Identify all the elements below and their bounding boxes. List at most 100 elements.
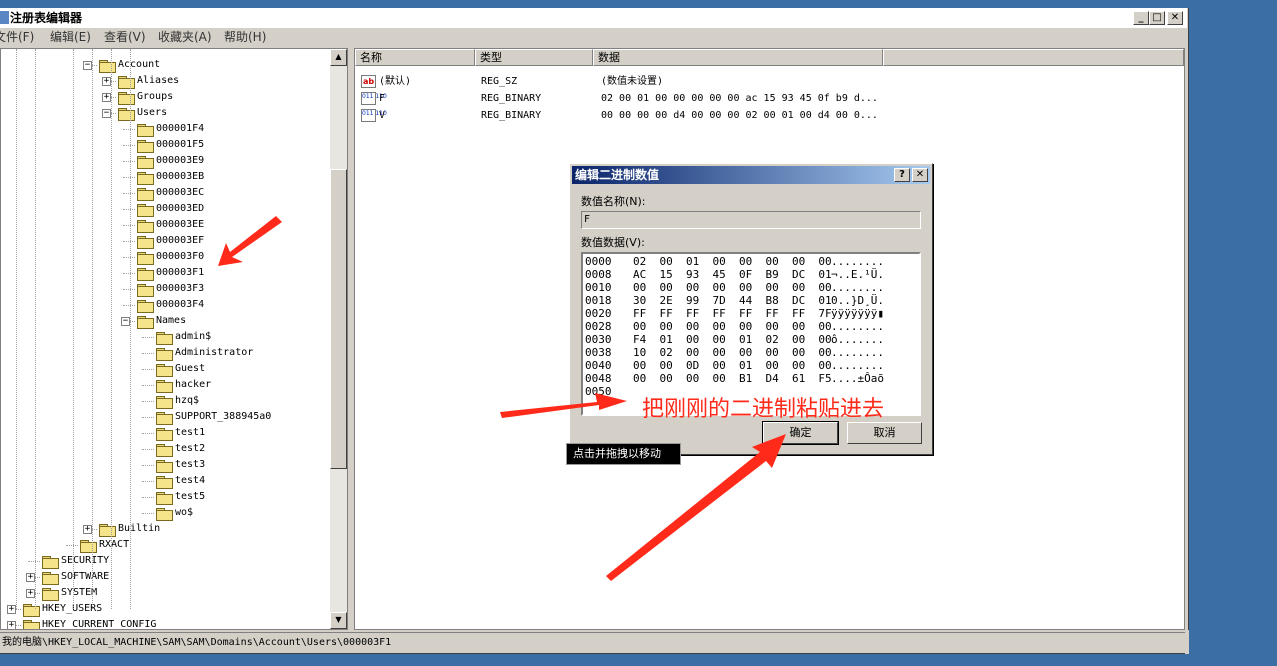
hex-ascii: ........ [831, 346, 884, 359]
hex-ascii: ........ [831, 281, 884, 294]
folder-icon [156, 379, 173, 393]
folder-icon [137, 283, 154, 297]
value-row[interactable]: ab (默认) REG_SZ (数值未设置) [355, 73, 1184, 90]
ok-button[interactable]: 确定 [762, 421, 839, 445]
expand-plus-icon[interactable]: + [102, 93, 111, 102]
expand-plus-icon[interactable]: + [83, 525, 92, 534]
folder-icon [137, 171, 154, 185]
value-name-field[interactable]: F [581, 211, 921, 229]
tree-node-label: test1 [175, 427, 206, 438]
tree-node-label: 000003F3 [156, 283, 205, 294]
tree-connector [28, 561, 40, 562]
window-title: 注册表编辑器 [10, 11, 83, 25]
folder-icon [118, 91, 135, 105]
menu-view[interactable]: 查看(V) [104, 28, 146, 47]
tree-node-label: SECURITY [61, 555, 110, 566]
hex-address: 0020 [585, 307, 612, 320]
column-data[interactable]: 数据 [593, 49, 883, 66]
scroll-down-arrow-icon[interactable]: ▼ [330, 612, 347, 629]
hex-ascii: ....±Ôaõ [831, 372, 884, 385]
tree-node-label: Account [118, 59, 161, 70]
hex-ascii: ........ [831, 320, 884, 333]
folder-icon [156, 395, 173, 409]
hex-ascii: ÿÿÿÿÿÿÿ▮ [831, 307, 884, 320]
menu-bar: 文件(F) 编辑(E) 查看(V) 收藏夹(A) 帮助(H) [0, 28, 1187, 47]
expand-plus-icon[interactable]: + [102, 77, 111, 86]
minimize-button[interactable]: _ [1133, 11, 1149, 25]
folder-icon [42, 555, 59, 569]
collapse-minus-icon[interactable]: − [102, 109, 111, 118]
close-button[interactable]: ✕ [1167, 11, 1183, 25]
tree-node-label: test5 [175, 491, 206, 502]
tree-connector [142, 465, 154, 466]
dialog-close-button[interactable]: ✕ [912, 168, 928, 182]
hex-address: 0050 [585, 385, 612, 398]
menu-favorites[interactable]: 收藏夹(A) [158, 28, 212, 47]
hex-editor[interactable]: 0000 02 00 01 00 00 00 00 00........ 0008 A… [581, 252, 921, 416]
tree-connector [142, 369, 154, 370]
value-name: F [379, 93, 386, 104]
column-name[interactable]: 名称 [355, 49, 475, 66]
collapse-minus-icon[interactable]: − [121, 317, 130, 326]
dialog-title-bar[interactable]: 编辑二进制数值 ? ✕ [572, 166, 930, 184]
collapse-minus-icon[interactable]: − [83, 61, 92, 70]
tree-node-label: hzq$ [175, 395, 200, 406]
title-bar[interactable]: 注册表编辑器 _ □ ✕ [0, 8, 1187, 28]
value-row[interactable]: 011 110 F REG_BINARY 02 00 01 00 00 00 0… [355, 90, 1184, 107]
menu-edit[interactable]: 编辑(E) [50, 28, 91, 47]
tree-connector [142, 417, 154, 418]
cancel-button[interactable]: 取消 [847, 422, 922, 444]
folder-icon [137, 219, 154, 233]
expand-plus-icon[interactable]: + [26, 573, 35, 582]
column-type[interactable]: 类型 [475, 49, 593, 66]
folder-icon [137, 267, 154, 281]
tree-node-label: test3 [175, 459, 206, 470]
hex-bytes: AC 15 93 45 0F B9 DC 01 [633, 268, 832, 281]
folder-icon [80, 539, 97, 553]
hex-bytes: 00 00 00 00 B1 D4 61 F5 [633, 372, 832, 385]
tree-guide-line [111, 49, 112, 609]
folder-icon [42, 571, 59, 585]
folder-icon [156, 475, 173, 489]
scroll-up-arrow-icon[interactable]: ▲ [330, 49, 347, 66]
tree-node-label: Users [137, 107, 168, 118]
value-data: 02 00 01 00 00 00 00 00 ac 15 93 45 0f b… [601, 93, 878, 104]
tree-connector [142, 497, 154, 498]
expand-plus-icon[interactable]: + [7, 621, 16, 629]
folder-icon [156, 411, 173, 425]
value-data-label: 数值数据(V): [581, 236, 645, 249]
dialog-help-button[interactable]: ? [894, 168, 910, 182]
tree-connector [123, 273, 135, 274]
tree-node-label: test2 [175, 443, 206, 454]
hex-address: 0048 [585, 372, 612, 385]
tree-guide-line [130, 49, 131, 609]
tree-node-label: 000003E9 [156, 155, 205, 166]
tree-connector [123, 161, 135, 162]
tree-node-label: 000003EC [156, 187, 205, 198]
tree-node-label: test4 [175, 475, 206, 486]
value-row[interactable]: 011 110 V REG_BINARY 00 00 00 00 d4 00 0… [355, 107, 1184, 124]
tree-vertical-scrollbar[interactable]: ▲ ▼ [330, 49, 347, 629]
tree-connector [142, 433, 154, 434]
tree-connector [123, 305, 135, 306]
tree-node-label: hacker [175, 379, 212, 390]
value-name: V [379, 110, 386, 121]
tree-connector [123, 241, 135, 242]
menu-file[interactable]: 文件(F) [0, 28, 34, 47]
tree-connector [123, 145, 135, 146]
hex-bytes: 10 02 00 00 00 00 00 00 [633, 346, 832, 359]
binary-value-icon: 011 110 [361, 109, 387, 122]
scroll-thumb[interactable] [330, 169, 347, 469]
drag-tooltip: 点击并拖拽以移动 [566, 443, 681, 465]
value-data: (数值未设置) [601, 76, 664, 87]
maximize-button[interactable]: □ [1149, 11, 1165, 25]
tree-guide-line [35, 49, 36, 609]
tree-connector [123, 209, 135, 210]
status-path: 我的电脑\HKEY_LOCAL_MACHINE\SAM\SAM\Domains\… [2, 637, 392, 648]
expand-plus-icon[interactable]: + [7, 605, 16, 614]
annotation-text: 把刚刚的二进制粘贴进去 [642, 397, 885, 422]
expand-plus-icon[interactable]: + [26, 589, 35, 598]
menu-help[interactable]: 帮助(H) [224, 28, 266, 47]
folder-icon [137, 203, 154, 217]
hex-address: 0038 [585, 346, 612, 359]
